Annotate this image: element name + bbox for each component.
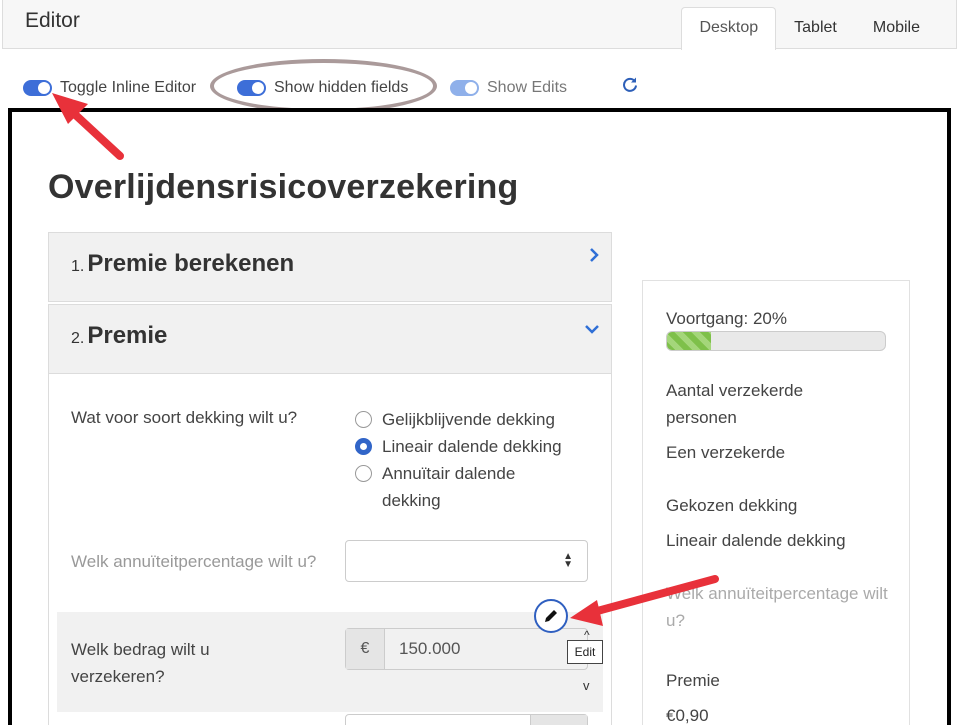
radio-label: Annuïtair dalende dekking — [382, 464, 516, 510]
chevron-down-icon[interactable] — [584, 319, 600, 340]
select-arrows-icon: ▲ ▼ — [563, 551, 573, 570]
show-edits-toggle[interactable]: Show Edits — [450, 79, 567, 97]
summary-label: Premie — [666, 671, 720, 690]
amount-input-group[interactable]: € 150.000 — [345, 628, 588, 670]
summary-value: Lineair dalende dekking — [666, 531, 846, 550]
view-tabs: Desktop Tablet Mobile — [681, 7, 938, 50]
toggle-switch[interactable] — [450, 80, 479, 96]
radio-circle-selected[interactable] — [355, 438, 372, 455]
show-edits-label: Show Edits — [487, 79, 568, 96]
amount-input[interactable]: 150.000 — [385, 629, 587, 669]
summary-label: Welk annuïteitpercentage wilt u? — [666, 584, 888, 630]
toggle-inline-editor[interactable]: Toggle Inline Editor — [23, 79, 196, 97]
question-bedrag: Welk bedrag wilt u verzekeren? — [71, 640, 210, 686]
radio-circle[interactable] — [355, 411, 372, 428]
radio-circle[interactable] — [355, 465, 372, 482]
radio-annuitair[interactable]: Annuïtair dalende dekking — [355, 460, 555, 514]
tab-desktop[interactable]: Desktop — [681, 7, 777, 50]
summary-value: €0,90 — [666, 706, 709, 725]
summary-sidebar: Voortgang: 20% Aantal verzekerde persone… — [642, 280, 910, 725]
edit-tooltip: Edit — [567, 640, 603, 664]
editor-title: Editor — [25, 9, 80, 32]
progress-label: Voortgang: 20% — [666, 309, 787, 328]
toggle-switch[interactable] — [23, 80, 52, 96]
pencil-icon — [545, 610, 557, 622]
tab-tablet[interactable]: Tablet — [776, 7, 855, 49]
annuiteit-select[interactable]: ▲ ▼ — [345, 540, 588, 582]
page-title: Overlijdensrisicoverzekering — [48, 168, 519, 206]
radio-label: Gelijkblijvende dekking — [382, 410, 555, 429]
panel-number: 1. — [71, 258, 85, 275]
edit-pencil-button[interactable] — [534, 599, 568, 633]
spinner-down-icon[interactable]: v — [583, 678, 590, 693]
tab-mobile[interactable]: Mobile — [855, 7, 938, 49]
summary-label: Gekozen dekking — [666, 496, 798, 515]
radio-gelijkblijvend[interactable]: Gelijkblijvende dekking — [355, 406, 555, 433]
currency-addon: € — [346, 629, 385, 669]
question-dekking: Wat voor soort dekking wilt u? — [71, 408, 298, 427]
radio-lineair[interactable]: Lineair dalende dekking — [355, 433, 562, 460]
radio-label: Lineair dalende dekking — [382, 437, 562, 456]
accordion-panel-premie-berekenen[interactable]: 1. Premie berekenen — [48, 232, 612, 302]
question-annuiteit: Welk annuïteitpercentage wilt u? — [71, 552, 317, 571]
panel-title-text: Premie — [87, 322, 168, 349]
panel-title-text: Premie berekenen — [87, 250, 295, 277]
annotation-ellipse — [210, 59, 437, 113]
panel-body: Wat voor soort dekking wilt u? Gelijkbli… — [48, 374, 612, 725]
preview-frame: Overlijdensrisicoverzekering 1. Premie be… — [8, 108, 951, 725]
editor-header: Editor Desktop Tablet Mobile — [2, 0, 957, 50]
chevron-right-icon[interactable] — [588, 247, 600, 268]
panel-number: 2. — [71, 330, 85, 347]
toggle-inline-editor-label: Toggle Inline Editor — [60, 79, 197, 96]
panel-title: 1. Premie berekenen — [71, 250, 294, 278]
accordion-panel-premie[interactable]: 2. Premie — [48, 304, 612, 374]
summary-value: Een verzekerde — [666, 443, 786, 462]
next-input-field[interactable] — [345, 714, 588, 725]
progress-bar — [666, 331, 886, 351]
panel-title: 2. Premie — [71, 322, 167, 350]
refresh-icon[interactable] — [621, 76, 639, 94]
progress-fill — [667, 332, 711, 350]
summary-label: Aantal verzekerde personen — [666, 381, 804, 427]
